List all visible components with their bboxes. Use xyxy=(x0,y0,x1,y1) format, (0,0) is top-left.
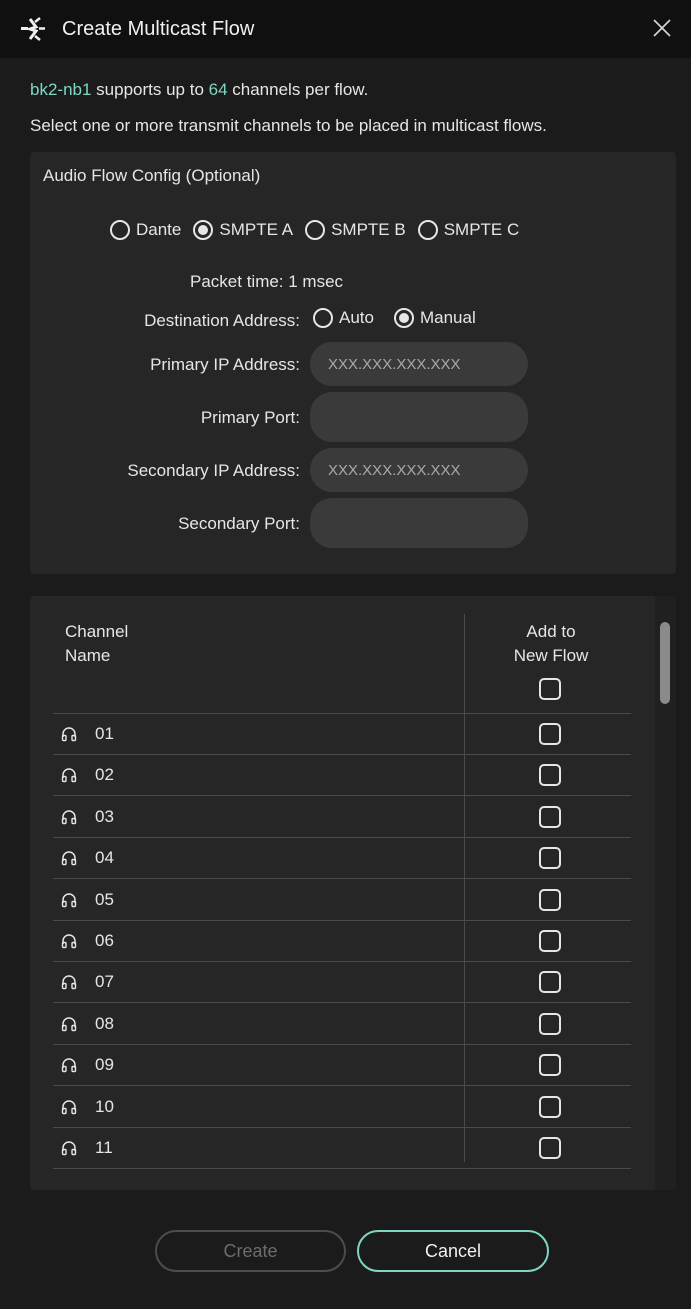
table-row: 09 xyxy=(53,1045,631,1087)
header-line: Channel xyxy=(65,622,129,641)
instruction-text: Select one or more transmit channels to … xyxy=(30,116,547,135)
table-row: 11 xyxy=(53,1128,631,1169)
add-to-flow-checkbox[interactable] xyxy=(539,847,561,870)
add-to-new-flow-header: Add to New Flow xyxy=(490,620,612,668)
channel-name: 01 xyxy=(95,724,114,743)
radio-circle[interactable] xyxy=(393,308,414,328)
radio-label: SMPTE B xyxy=(331,220,406,239)
channel-name: 08 xyxy=(95,1013,114,1033)
table-row: 04 xyxy=(53,838,631,880)
table-row: 07 xyxy=(53,962,631,1004)
header-line: Add to xyxy=(526,622,576,641)
headphones-icon xyxy=(61,810,77,824)
add-to-flow-checkbox[interactable] xyxy=(539,805,561,828)
header-line: New Flow xyxy=(513,646,589,665)
audio-flow-config-panel: Audio Flow Config (Optional) Dante SMPTE… xyxy=(30,152,676,574)
table-row: 08 xyxy=(53,1004,631,1045)
headphones-icon xyxy=(61,975,77,990)
primary-port-label: Primary Port: xyxy=(200,408,300,427)
channel-name-header: Channel Name xyxy=(65,620,185,668)
add-to-flow-checkbox[interactable] xyxy=(539,930,561,952)
device-name: bk2-nb1 xyxy=(30,80,92,99)
supports-prefix: supports up to xyxy=(91,80,209,99)
add-to-flow-checkbox[interactable] xyxy=(539,1137,561,1159)
radio-circle[interactable] xyxy=(305,220,326,240)
radio-label: SMPTE C xyxy=(443,220,520,239)
radio-smpte-c[interactable]: SMPTE C xyxy=(417,220,520,240)
headphones-icon xyxy=(61,1099,77,1114)
close-icon[interactable] xyxy=(651,17,673,39)
create-button[interactable]: Create xyxy=(155,1230,346,1272)
radio-label: SMPTE A xyxy=(219,220,294,239)
flow-type-radio-group: Dante SMPTE A SMPTE B SMPTE C xyxy=(110,220,531,240)
channel-table: Channel Name Add to New Flow 01 02 03 04 05 0… xyxy=(30,596,676,1190)
headphones-icon xyxy=(61,892,77,907)
channel-name: 04 xyxy=(95,848,114,868)
channel-name: 05 xyxy=(95,889,114,909)
channel-name: 02 xyxy=(95,765,114,785)
scrollbar-thumb[interactable] xyxy=(660,622,670,704)
headphones-icon xyxy=(61,1058,77,1073)
dante-logo-icon xyxy=(21,17,45,41)
table-row: 06 xyxy=(53,921,631,962)
primary-port-input[interactable] xyxy=(310,392,528,442)
header-line: Name xyxy=(65,646,111,665)
channel-name: 10 xyxy=(95,1096,114,1116)
channel-name: 11 xyxy=(95,1138,113,1157)
packet-time-label: Packet time: 1 msec xyxy=(190,272,344,291)
table-row: 05 xyxy=(53,880,631,921)
radio-label: Auto xyxy=(339,308,374,327)
table-row: 10 xyxy=(53,1087,631,1128)
dialog-title: Create Multicast Flow xyxy=(62,18,255,40)
radio-auto[interactable]: Auto xyxy=(313,308,374,328)
channel-name: 03 xyxy=(95,806,114,826)
secondary-port-input[interactable] xyxy=(310,498,528,548)
radio-smpte-b[interactable]: SMPTE B xyxy=(305,220,406,240)
config-title: Audio Flow Config (Optional) xyxy=(43,166,261,185)
add-to-flow-checkbox[interactable] xyxy=(539,888,561,911)
channel-name: 09 xyxy=(95,1055,114,1075)
channel-limit: 64 xyxy=(208,80,228,99)
table-row: 02 xyxy=(53,755,631,797)
add-to-flow-checkbox[interactable] xyxy=(539,764,561,787)
primary-ip-input[interactable] xyxy=(310,342,528,386)
headphones-icon xyxy=(61,727,77,742)
radio-manual[interactable]: Manual xyxy=(393,308,476,328)
headphones-icon xyxy=(61,934,77,949)
radio-smpte-a[interactable]: SMPTE A xyxy=(193,220,293,240)
add-to-flow-checkbox[interactable] xyxy=(539,971,561,994)
destination-radio-group: Auto Manual xyxy=(313,308,488,328)
add-to-flow-checkbox[interactable] xyxy=(539,1012,561,1035)
create-multicast-flow-dialog: Create Multicast Flow bk2-nb1 supports u… xyxy=(0,0,691,1309)
cancel-button[interactable]: Cancel xyxy=(357,1230,549,1272)
headphones-icon xyxy=(61,1017,77,1031)
radio-dante[interactable]: Dante xyxy=(110,220,181,240)
destination-address-label: Destination Address: xyxy=(144,311,300,330)
secondary-ip-label: Secondary IP Address: xyxy=(127,461,300,480)
headphones-icon xyxy=(61,768,77,783)
radio-label: Manual xyxy=(419,308,476,327)
radio-label: Dante xyxy=(136,220,182,239)
table-row: 01 xyxy=(53,714,631,755)
headphones-icon xyxy=(61,1141,77,1156)
headphones-icon xyxy=(61,851,77,866)
select-all-checkbox[interactable] xyxy=(539,678,561,700)
table-row: 03 xyxy=(53,797,631,838)
channel-limit-info: bk2-nb1 supports up to 64 channels per f… xyxy=(30,80,368,100)
radio-circle[interactable] xyxy=(110,220,130,240)
add-to-flow-checkbox[interactable] xyxy=(539,1095,561,1118)
secondary-ip-input[interactable] xyxy=(310,448,528,492)
channel-name: 07 xyxy=(95,972,114,992)
radio-circle[interactable] xyxy=(313,308,333,328)
supports-suffix: channels per flow. xyxy=(227,80,369,99)
title-bar: Create Multicast Flow xyxy=(0,0,691,58)
radio-circle[interactable] xyxy=(193,220,214,240)
add-to-flow-checkbox[interactable] xyxy=(539,1054,561,1077)
add-to-flow-checkbox[interactable] xyxy=(539,723,561,745)
primary-ip-label: Primary IP Address: xyxy=(150,355,300,374)
secondary-port-label: Secondary Port: xyxy=(178,514,300,533)
channel-name: 06 xyxy=(95,931,114,950)
radio-circle[interactable] xyxy=(417,220,438,240)
